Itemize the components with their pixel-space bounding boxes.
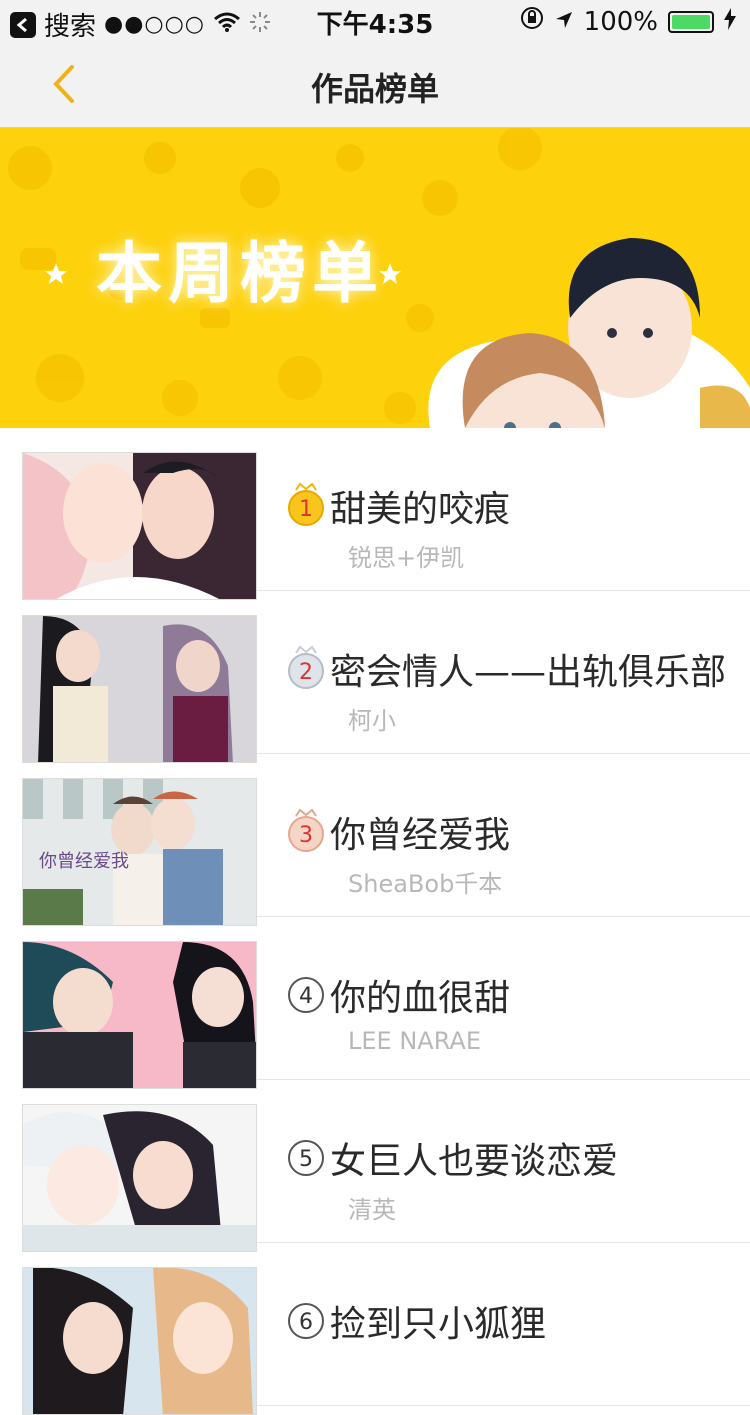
comic-title[interactable]: 甜美的咬痕 (330, 480, 510, 532)
page-title: 作品榜单 (310, 70, 439, 108)
comic-author: LEE NARAE (348, 1027, 481, 1055)
banner-title: 本周榜单 (96, 235, 384, 312)
comic-author: 清英 (348, 1196, 396, 1224)
comic-title[interactable]: 女巨人也要谈恋爱 (330, 1132, 618, 1184)
comic-cover-image[interactable] (22, 941, 257, 1089)
charging-bolt-icon (724, 7, 736, 37)
rank-crown-badge: 2 (286, 645, 326, 689)
comic-cover-image[interactable] (22, 452, 257, 600)
svg-text:1: 1 (299, 497, 313, 522)
list-item[interactable]: 1 甜美的咬痕 锐思+伊凯 (22, 428, 750, 600)
svg-text:2: 2 (299, 660, 313, 685)
svg-text:5: 5 (299, 1147, 313, 1172)
status-bar: 搜索 ●●○○○ 下午4:35 100% (0, 0, 750, 42)
rank-crown-badge: 3 (286, 808, 326, 852)
comic-author: 锐思+伊凯 (348, 544, 465, 572)
comic-cover-image[interactable]: 你曾经爱我 (22, 778, 257, 926)
comic-title[interactable]: 捡到只小狐狸 (330, 1295, 546, 1347)
comic-author: SheaBob千本 (348, 870, 503, 898)
comic-cover-image[interactable] (22, 615, 257, 763)
list-item[interactable]: 2 密会情人——出轨俱乐部 柯小 (22, 591, 750, 763)
battery-icon (668, 10, 714, 33)
cover-caption: 你曾经爱我 (39, 851, 129, 872)
star-icon (379, 263, 401, 284)
svg-text:4: 4 (299, 984, 313, 1009)
comic-title[interactable]: 你的血很甜 (330, 969, 510, 1021)
comic-author: 柯小 (348, 707, 396, 735)
star-icon (45, 263, 67, 284)
rank-crown-badge: 1 (286, 482, 326, 526)
battery-percent: 100% (583, 6, 658, 37)
rank-number-badge: 4 (286, 971, 326, 1013)
status-right: 100% (520, 6, 736, 37)
list-item[interactable]: 4 你的血很甜 LEE NARAE (22, 917, 750, 1089)
weekly-ranking-banner[interactable]: 本周榜单 (0, 128, 750, 428)
orientation-lock-icon (520, 6, 544, 37)
list-item[interactable]: 5 女巨人也要谈恋爱 清英 (22, 1080, 750, 1252)
ranking-list: 1 甜美的咬痕 锐思+伊凯 2 密会情人——出轨俱乐部 柯小 你曾经爱我 3 你… (0, 428, 750, 1415)
list-item[interactable]: 6 捡到只小狐狸 (22, 1243, 750, 1415)
rank-number-badge: 6 (286, 1297, 326, 1339)
banner-couple-illustration (428, 238, 750, 428)
svg-text:6: 6 (299, 1310, 313, 1335)
comic-title[interactable]: 密会情人——出轨俱乐部 (330, 643, 726, 695)
nav-bar: 作品榜单 (0, 40, 750, 128)
comic-title[interactable]: 你曾经爱我 (330, 806, 510, 858)
comic-cover-image[interactable] (22, 1267, 257, 1415)
location-arrow-icon (554, 7, 574, 37)
comic-cover-image[interactable] (22, 1104, 257, 1252)
svg-text:3: 3 (299, 823, 313, 848)
rank-number-badge: 5 (286, 1134, 326, 1176)
list-item[interactable]: 你曾经爱我 3 你曾经爱我 SheaBob千本 (22, 754, 750, 926)
